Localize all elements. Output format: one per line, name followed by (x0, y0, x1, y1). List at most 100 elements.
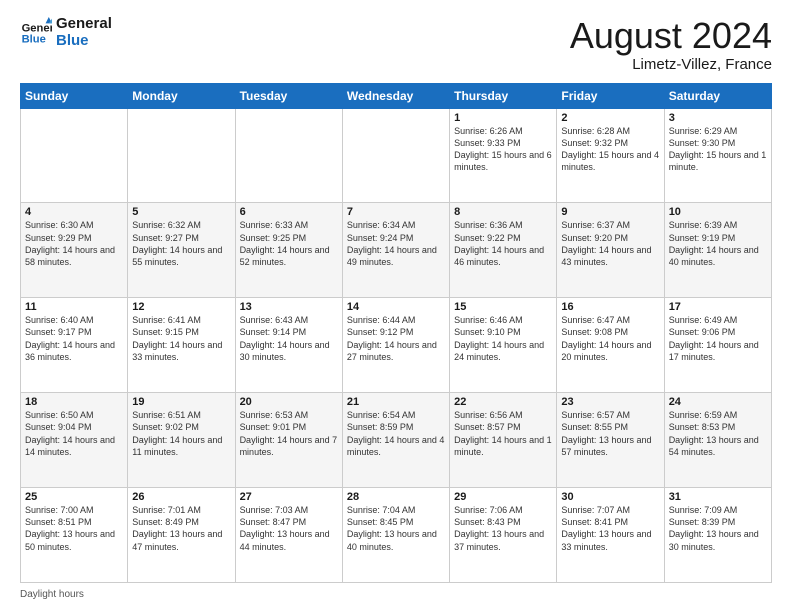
calendar-cell: 31Sunrise: 7:09 AM Sunset: 8:39 PM Dayli… (664, 488, 771, 583)
calendar-cell: 8Sunrise: 6:36 AM Sunset: 9:22 PM Daylig… (450, 203, 557, 298)
day-info: Sunrise: 6:51 AM Sunset: 9:02 PM Dayligh… (132, 409, 230, 458)
logo-blue: Blue (56, 33, 112, 50)
calendar-cell: 5Sunrise: 6:32 AM Sunset: 9:27 PM Daylig… (128, 203, 235, 298)
day-number: 1 (454, 112, 552, 124)
calendar-week-row: 1Sunrise: 6:26 AM Sunset: 9:33 PM Daylig… (21, 108, 772, 203)
day-number: 29 (454, 491, 552, 503)
day-number: 19 (132, 396, 230, 408)
calendar-cell: 17Sunrise: 6:49 AM Sunset: 9:06 PM Dayli… (664, 298, 771, 393)
day-number: 13 (240, 301, 338, 313)
calendar-cell: 16Sunrise: 6:47 AM Sunset: 9:08 PM Dayli… (557, 298, 664, 393)
calendar-cell (21, 108, 128, 203)
day-number: 3 (669, 112, 767, 124)
title-block: August 2024 Limetz-Villez, France (570, 16, 772, 73)
day-number: 9 (561, 206, 659, 218)
day-info: Sunrise: 6:32 AM Sunset: 9:27 PM Dayligh… (132, 219, 230, 268)
day-info: Sunrise: 6:33 AM Sunset: 9:25 PM Dayligh… (240, 219, 338, 268)
logo-icon: General Blue (20, 17, 52, 49)
day-info: Sunrise: 6:44 AM Sunset: 9:12 PM Dayligh… (347, 314, 445, 363)
calendar-cell: 20Sunrise: 6:53 AM Sunset: 9:01 PM Dayli… (235, 393, 342, 488)
calendar-cell: 26Sunrise: 7:01 AM Sunset: 8:49 PM Dayli… (128, 488, 235, 583)
day-info: Sunrise: 7:06 AM Sunset: 8:43 PM Dayligh… (454, 504, 552, 553)
day-number: 2 (561, 112, 659, 124)
calendar-cell: 7Sunrise: 6:34 AM Sunset: 9:24 PM Daylig… (342, 203, 449, 298)
calendar-cell: 14Sunrise: 6:44 AM Sunset: 9:12 PM Dayli… (342, 298, 449, 393)
day-number: 30 (561, 491, 659, 503)
calendar-cell (235, 108, 342, 203)
day-number: 11 (25, 301, 123, 313)
day-info: Sunrise: 6:53 AM Sunset: 9:01 PM Dayligh… (240, 409, 338, 458)
day-number: 25 (25, 491, 123, 503)
day-info: Sunrise: 7:03 AM Sunset: 8:47 PM Dayligh… (240, 504, 338, 553)
calendar-cell: 23Sunrise: 6:57 AM Sunset: 8:55 PM Dayli… (557, 393, 664, 488)
calendar-cell: 11Sunrise: 6:40 AM Sunset: 9:17 PM Dayli… (21, 298, 128, 393)
col-header-wednesday: Wednesday (342, 83, 449, 108)
calendar-cell: 27Sunrise: 7:03 AM Sunset: 8:47 PM Dayli… (235, 488, 342, 583)
calendar-table: SundayMondayTuesdayWednesdayThursdayFrid… (20, 83, 772, 583)
day-number: 21 (347, 396, 445, 408)
calendar-cell: 24Sunrise: 6:59 AM Sunset: 8:53 PM Dayli… (664, 393, 771, 488)
day-number: 6 (240, 206, 338, 218)
svg-text:Blue: Blue (22, 33, 46, 45)
day-info: Sunrise: 6:36 AM Sunset: 9:22 PM Dayligh… (454, 219, 552, 268)
location: Limetz-Villez, France (570, 56, 772, 73)
day-info: Sunrise: 6:29 AM Sunset: 9:30 PM Dayligh… (669, 125, 767, 174)
day-info: Sunrise: 6:39 AM Sunset: 9:19 PM Dayligh… (669, 219, 767, 268)
day-number: 22 (454, 396, 552, 408)
day-info: Sunrise: 6:43 AM Sunset: 9:14 PM Dayligh… (240, 314, 338, 363)
day-number: 18 (25, 396, 123, 408)
day-info: Sunrise: 6:28 AM Sunset: 9:32 PM Dayligh… (561, 125, 659, 174)
calendar-cell: 1Sunrise: 6:26 AM Sunset: 9:33 PM Daylig… (450, 108, 557, 203)
calendar-week-row: 25Sunrise: 7:00 AM Sunset: 8:51 PM Dayli… (21, 488, 772, 583)
day-info: Sunrise: 6:30 AM Sunset: 9:29 PM Dayligh… (25, 219, 123, 268)
calendar-cell: 2Sunrise: 6:28 AM Sunset: 9:32 PM Daylig… (557, 108, 664, 203)
calendar-cell (128, 108, 235, 203)
col-header-thursday: Thursday (450, 83, 557, 108)
day-info: Sunrise: 7:09 AM Sunset: 8:39 PM Dayligh… (669, 504, 767, 553)
calendar-cell: 10Sunrise: 6:39 AM Sunset: 9:19 PM Dayli… (664, 203, 771, 298)
day-number: 7 (347, 206, 445, 218)
day-number: 15 (454, 301, 552, 313)
calendar-cell: 12Sunrise: 6:41 AM Sunset: 9:15 PM Dayli… (128, 298, 235, 393)
day-info: Sunrise: 7:04 AM Sunset: 8:45 PM Dayligh… (347, 504, 445, 553)
calendar-cell: 6Sunrise: 6:33 AM Sunset: 9:25 PM Daylig… (235, 203, 342, 298)
day-number: 28 (347, 491, 445, 503)
calendar-cell: 3Sunrise: 6:29 AM Sunset: 9:30 PM Daylig… (664, 108, 771, 203)
day-number: 31 (669, 491, 767, 503)
day-info: Sunrise: 6:59 AM Sunset: 8:53 PM Dayligh… (669, 409, 767, 458)
day-info: Sunrise: 7:01 AM Sunset: 8:49 PM Dayligh… (132, 504, 230, 553)
day-number: 20 (240, 396, 338, 408)
month-title: August 2024 (570, 16, 772, 56)
day-number: 27 (240, 491, 338, 503)
day-info: Sunrise: 7:07 AM Sunset: 8:41 PM Dayligh… (561, 504, 659, 553)
svg-text:General: General (22, 22, 52, 34)
day-info: Sunrise: 6:54 AM Sunset: 8:59 PM Dayligh… (347, 409, 445, 458)
day-number: 4 (25, 206, 123, 218)
day-info: Sunrise: 6:49 AM Sunset: 9:06 PM Dayligh… (669, 314, 767, 363)
col-header-monday: Monday (128, 83, 235, 108)
calendar-cell: 25Sunrise: 7:00 AM Sunset: 8:51 PM Dayli… (21, 488, 128, 583)
calendar-week-row: 4Sunrise: 6:30 AM Sunset: 9:29 PM Daylig… (21, 203, 772, 298)
footer: Daylight hours (20, 589, 772, 600)
calendar-cell: 29Sunrise: 7:06 AM Sunset: 8:43 PM Dayli… (450, 488, 557, 583)
calendar-cell: 18Sunrise: 6:50 AM Sunset: 9:04 PM Dayli… (21, 393, 128, 488)
header: General Blue General Blue August 2024 Li… (20, 16, 772, 73)
col-header-tuesday: Tuesday (235, 83, 342, 108)
col-header-friday: Friday (557, 83, 664, 108)
day-number: 14 (347, 301, 445, 313)
day-info: Sunrise: 6:41 AM Sunset: 9:15 PM Dayligh… (132, 314, 230, 363)
calendar-cell (342, 108, 449, 203)
footer-label: Daylight hours (20, 589, 84, 600)
day-number: 10 (669, 206, 767, 218)
day-number: 16 (561, 301, 659, 313)
calendar-cell: 30Sunrise: 7:07 AM Sunset: 8:41 PM Dayli… (557, 488, 664, 583)
day-info: Sunrise: 6:56 AM Sunset: 8:57 PM Dayligh… (454, 409, 552, 458)
day-info: Sunrise: 6:47 AM Sunset: 9:08 PM Dayligh… (561, 314, 659, 363)
day-number: 5 (132, 206, 230, 218)
calendar-cell: 28Sunrise: 7:04 AM Sunset: 8:45 PM Dayli… (342, 488, 449, 583)
day-info: Sunrise: 7:00 AM Sunset: 8:51 PM Dayligh… (25, 504, 123, 553)
day-info: Sunrise: 6:57 AM Sunset: 8:55 PM Dayligh… (561, 409, 659, 458)
calendar-cell: 21Sunrise: 6:54 AM Sunset: 8:59 PM Dayli… (342, 393, 449, 488)
day-number: 24 (669, 396, 767, 408)
calendar-cell: 4Sunrise: 6:30 AM Sunset: 9:29 PM Daylig… (21, 203, 128, 298)
